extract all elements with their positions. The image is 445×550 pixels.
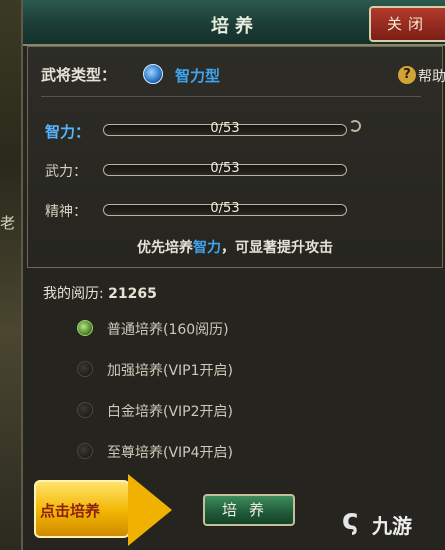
watermark-logo-icon: ς <box>342 503 359 536</box>
attribute-label-spirit: 精神： <box>45 204 87 220</box>
hint-prefix: 优先培养 <box>137 240 193 256</box>
attribute-label-intelligence: 智力： <box>45 123 91 141</box>
experience-value: 21265 <box>108 286 157 302</box>
hint-suffix: ，可显著提升攻击 <box>221 240 333 256</box>
radio-icon[interactable] <box>77 402 93 418</box>
dialog-title-bar: 培养 关闭 <box>23 0 445 46</box>
background-text: 老 <box>0 214 16 232</box>
train-button[interactable]: 培养 <box>203 494 295 526</box>
option-label: 普通培养(160阅历) <box>107 322 229 338</box>
option-label: 白金培养(VIP2开启) <box>107 404 233 420</box>
experience-label: 我的阅历: <box>43 286 104 302</box>
training-dialog: 培养 关闭 武将类型： 智力型 ? 帮助 智力： 0/53 武力： 0/53 精… <box>21 0 445 550</box>
option-label: 至尊培养(VIP4开启) <box>107 445 233 461</box>
intelligence-progress-value: 0/53 <box>210 121 240 136</box>
general-type-label: 武将类型： <box>41 66 117 84</box>
watermark-text: 九游 <box>372 514 412 538</box>
force-progress-value: 0/53 <box>210 161 240 176</box>
spirit-progress-value: 0/53 <box>210 201 240 216</box>
callout-text: 点击培养 <box>40 502 101 520</box>
divider <box>41 96 421 97</box>
option-label: 加强培养(VIP1开启) <box>107 363 233 379</box>
intelligence-type-icon <box>143 64 163 84</box>
arrow-right-icon <box>128 474 172 546</box>
radio-icon[interactable] <box>77 361 93 377</box>
general-type-value: 智力型 <box>175 67 221 85</box>
radio-selected-icon[interactable] <box>77 320 93 336</box>
hint-highlight: 智力 <box>193 240 221 256</box>
experience-display: 我的阅历: 21265 <box>43 283 157 303</box>
progress-cap-icon <box>349 120 361 132</box>
training-hint: 优先培养智力，可显著提升攻击 <box>23 237 445 257</box>
help-link[interactable]: 帮助 <box>418 66 445 86</box>
attribute-label-force: 武力： <box>45 164 87 180</box>
help-icon[interactable]: ? <box>398 66 416 84</box>
close-button[interactable]: 关闭 <box>369 6 445 42</box>
radio-icon[interactable] <box>77 443 93 459</box>
